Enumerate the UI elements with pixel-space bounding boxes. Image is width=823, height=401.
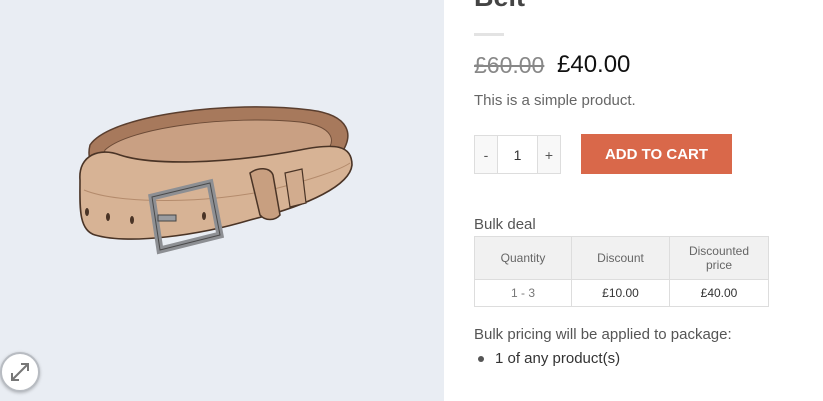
cell-discount: £10.00 [571, 279, 670, 307]
package-list: 1 of any product(s) [478, 350, 620, 367]
table-header-row: Quantity Discount Discounted price [474, 236, 769, 280]
table-row: 1 - 3 £10.00 £40.00 [474, 279, 769, 307]
bulk-pricing-table: Quantity Discount Discounted price 1 - 3… [474, 236, 769, 307]
quantity-increase-button[interactable]: + [537, 136, 560, 173]
cell-discounted-price: £40.00 [669, 279, 769, 307]
expand-arrows-icon [11, 363, 29, 381]
quantity-stepper: - + [474, 135, 561, 174]
header-discount: Discount [571, 236, 670, 280]
package-note: Bulk pricing will be applied to package: [474, 326, 732, 343]
product-description: This is a simple product. [474, 92, 636, 109]
product-title: Belt [474, 0, 525, 11]
title-divider [474, 33, 504, 36]
zoom-button[interactable] [0, 352, 40, 392]
header-quantity: Quantity [474, 236, 572, 280]
belt-product-image[interactable] [70, 95, 365, 260]
add-to-cart-button[interactable]: Add to cart [581, 134, 732, 174]
quantity-input[interactable] [498, 136, 537, 173]
product-gallery [0, 0, 444, 401]
bulk-deal-heading: Bulk deal [474, 216, 536, 233]
sale-price: £40.00 [557, 51, 631, 78]
cell-quantity-range: 1 - 3 [474, 279, 572, 307]
bullet-icon [478, 355, 484, 362]
list-item: 1 of any product(s) [478, 350, 620, 367]
header-discounted-price: Discounted price [669, 236, 769, 280]
regular-price: £60.00 [474, 52, 545, 78]
quantity-decrease-button[interactable]: - [475, 136, 498, 173]
package-item-label: 1 of any product(s) [495, 350, 621, 367]
